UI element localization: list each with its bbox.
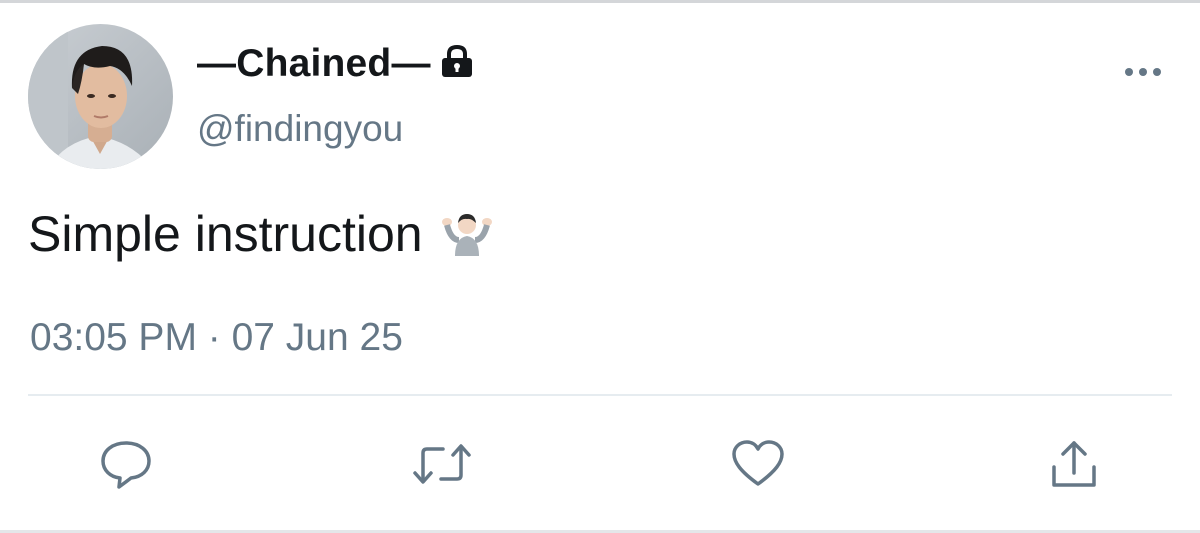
share-button[interactable] <box>1044 436 1104 496</box>
speech-bubble-icon <box>98 437 154 496</box>
divider <box>28 394 1172 396</box>
tweet-timestamp[interactable]: 03:05 PM · 07 Jun 25 <box>30 316 403 360</box>
retweet-arrows-icon <box>411 439 473 494</box>
reply-button[interactable] <box>96 436 156 496</box>
display-name-row: —Chained— <box>197 40 475 88</box>
like-button[interactable] <box>728 436 788 496</box>
lock-icon <box>439 44 475 83</box>
top-border <box>0 0 1200 3</box>
person-shrugging-emoji <box>441 208 493 261</box>
tweet-card: —Chained— @findingyou Simple instruction <box>0 0 1200 533</box>
tweet-text: Simple instruction <box>28 206 423 262</box>
heart-icon <box>730 438 786 495</box>
avatar[interactable] <box>28 24 173 169</box>
more-options-icon[interactable] <box>1118 60 1168 84</box>
display-name[interactable]: —Chained— <box>197 42 431 86</box>
handle[interactable]: @findingyou <box>197 108 403 150</box>
retweet-button[interactable] <box>412 436 472 496</box>
tweet-body: Simple instruction <box>28 204 493 264</box>
share-upload-icon <box>1048 437 1100 496</box>
